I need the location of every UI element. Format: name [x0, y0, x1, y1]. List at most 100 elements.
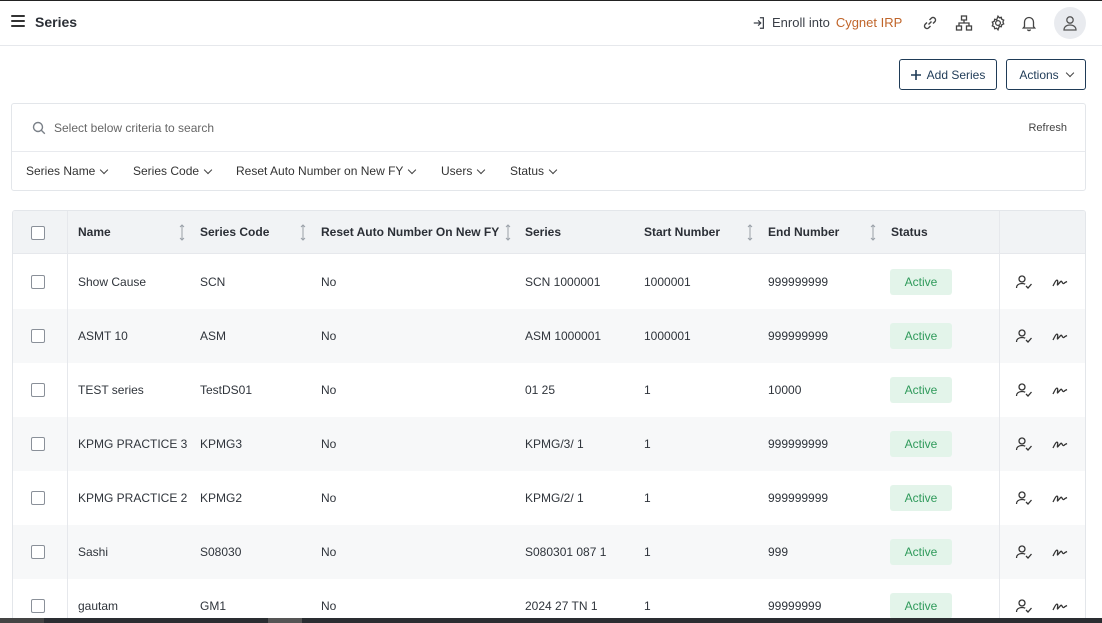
cell-reset-auto-number: No: [321, 491, 337, 505]
cell-series-code: GM1: [200, 599, 227, 613]
sort-icon[interactable]: [870, 224, 876, 241]
signature-icon[interactable]: [1051, 543, 1069, 561]
assign-user-icon[interactable]: [1015, 435, 1033, 453]
link-icon[interactable]: [920, 13, 940, 33]
signature-icon[interactable]: [1051, 435, 1069, 453]
table-row[interactable]: KPMG PRACTICE 2 KPMG2 No KPMG/2/ 1 1 99999999…: [13, 471, 1085, 525]
refresh-link[interactable]: Refresh: [1028, 122, 1067, 134]
sort-icon[interactable]: [747, 224, 753, 241]
column-header-end-number[interactable]: End Number: [768, 225, 839, 239]
signature-icon[interactable]: [1051, 489, 1069, 507]
cell-start-number: 1: [644, 545, 651, 559]
assign-user-icon[interactable]: [1015, 489, 1033, 507]
table-header: Name Series Code Reset Auto Number On Ne…: [13, 211, 1085, 254]
cell-series-code: KPMG2: [200, 491, 243, 505]
cell-end-number: 999999999: [768, 491, 829, 505]
bell-icon[interactable]: [1019, 13, 1039, 33]
chevron-down-icon: [203, 165, 213, 174]
filter-users[interactable]: Users: [441, 164, 486, 178]
cell-reset-auto-number: No: [321, 545, 337, 559]
table-row[interactable]: gautam GM1 No 2024 27 TN 1 1 99999999 Active: [13, 579, 1085, 622]
cell-reset-auto-number: No: [321, 329, 337, 343]
sitemap-icon[interactable]: [954, 13, 974, 33]
cell-name: TEST series: [78, 383, 144, 397]
user-icon: [1063, 16, 1077, 31]
user-avatar[interactable]: [1054, 7, 1086, 39]
column-header-reset-auto-number[interactable]: Reset Auto Number On New FY: [321, 225, 499, 239]
assign-user-icon[interactable]: [1015, 327, 1033, 345]
cell-series-code: TestDS01: [200, 383, 253, 397]
sort-icon[interactable]: [505, 224, 511, 241]
status-badge: Active: [890, 269, 952, 295]
row-checkbox[interactable]: [31, 491, 45, 505]
row-checkbox[interactable]: [31, 329, 45, 343]
filter-series-name[interactable]: Series Name: [26, 164, 109, 178]
table-row[interactable]: TEST series TestDS01 No 01 25 1 10000 Active: [13, 363, 1085, 417]
cell-series: SCN 1000001: [525, 275, 601, 289]
page-title: Series: [35, 14, 78, 30]
cell-name: Sashi: [78, 545, 109, 559]
enroll-brand: Cygnet IRP: [835, 15, 903, 30]
window-bottom-edge: [0, 618, 1102, 623]
column-header-name[interactable]: Name: [78, 225, 111, 239]
filter-series-code[interactable]: Series Code: [133, 164, 213, 178]
cell-end-number: 999999999: [768, 437, 829, 451]
cell-end-number: 999999999: [768, 329, 829, 343]
search-panel: Refresh Series Name Series Code Reset Au…: [11, 103, 1086, 191]
chevron-down-icon: [100, 165, 109, 174]
cell-series-code: S08030: [200, 545, 242, 559]
row-checkbox[interactable]: [31, 275, 45, 289]
assign-user-icon[interactable]: [1015, 273, 1033, 291]
row-checkbox[interactable]: [31, 599, 45, 613]
filter-label: Series Code: [133, 164, 200, 178]
column-header-series[interactable]: Series: [525, 225, 561, 239]
cell-start-number: 1000001: [644, 275, 691, 289]
assign-user-icon[interactable]: [1015, 381, 1033, 399]
table-row[interactable]: ASMT 10 ASM No ASM 1000001 1000001 999999999 A…: [13, 309, 1085, 363]
cell-start-number: 1: [644, 491, 651, 505]
filter-label: Users: [441, 164, 473, 178]
enroll-irp-link[interactable]: Enroll into Cygnet IRP: [752, 15, 902, 30]
signature-icon[interactable]: [1051, 327, 1069, 345]
cell-series: S080301 087 1: [525, 545, 607, 559]
column-divider: [999, 211, 1000, 622]
select-all-checkbox[interactable]: [31, 226, 45, 240]
row-checkbox[interactable]: [31, 545, 45, 559]
login-icon: [753, 16, 764, 29]
gear-icon[interactable]: [988, 13, 1008, 33]
table-row[interactable]: KPMG PRACTICE 3 KPMG3 No KPMG/3/ 1 1 99999999…: [13, 417, 1085, 471]
assign-user-icon[interactable]: [1015, 597, 1033, 615]
cell-reset-auto-number: No: [321, 437, 337, 451]
cell-series: 2024 27 TN 1: [525, 599, 598, 613]
cell-series: ASM 1000001: [525, 329, 602, 343]
column-header-status[interactable]: Status: [891, 225, 928, 239]
cell-start-number: 1: [644, 383, 651, 397]
sort-icon[interactable]: [300, 224, 306, 241]
status-badge: Active: [890, 485, 952, 511]
search-row: Refresh: [12, 104, 1085, 152]
table-row[interactable]: Show Cause SCN No SCN 1000001 1000001 9999999…: [13, 255, 1085, 309]
table-row[interactable]: Sashi S08030 No S080301 087 1 1 999 Active: [13, 525, 1085, 579]
add-series-label: Add Series: [926, 67, 986, 82]
menu-icon[interactable]: [11, 15, 25, 27]
row-checkbox[interactable]: [31, 437, 45, 451]
signature-icon[interactable]: [1051, 381, 1069, 399]
filter-reset-auto-number[interactable]: Reset Auto Number on New FY: [236, 164, 417, 178]
signature-icon[interactable]: [1051, 597, 1069, 615]
filter-label: Reset Auto Number on New FY: [236, 164, 404, 178]
row-checkbox[interactable]: [31, 383, 45, 397]
status-badge: Active: [890, 377, 952, 403]
series-table: Name Series Code Reset Auto Number On Ne…: [12, 210, 1086, 623]
cell-start-number: 1: [644, 437, 651, 451]
actions-dropdown-button[interactable]: Actions: [1006, 59, 1086, 90]
column-header-start-number[interactable]: Start Number: [644, 225, 720, 239]
plus-icon: [910, 69, 921, 80]
add-series-button[interactable]: Add Series: [899, 59, 997, 90]
column-divider: [67, 211, 68, 622]
signature-icon[interactable]: [1051, 273, 1069, 291]
assign-user-icon[interactable]: [1015, 543, 1033, 561]
search-input[interactable]: [54, 117, 754, 139]
filter-status[interactable]: Status: [510, 164, 558, 178]
sort-icon[interactable]: [179, 224, 185, 241]
column-header-series-code[interactable]: Series Code: [200, 225, 269, 239]
